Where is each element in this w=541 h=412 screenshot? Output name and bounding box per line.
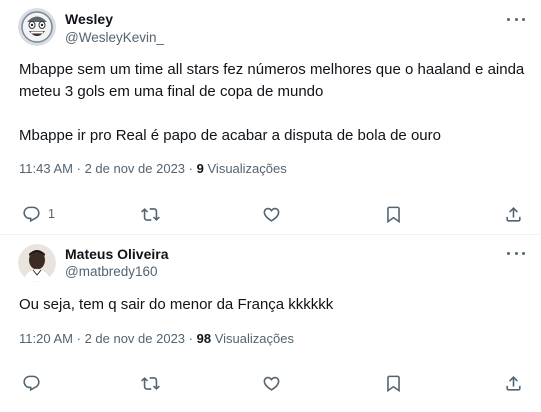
bookmark-icon [387, 206, 400, 223]
more-options-icon[interactable] [507, 14, 525, 24]
action-bar: 1 [0, 202, 541, 226]
bookmark-icon [387, 375, 400, 392]
more-options-icon[interactable] [507, 248, 525, 258]
reply-icon [23, 375, 40, 391]
like-button[interactable] [262, 202, 281, 226]
views-count: 9 [196, 161, 204, 176]
reply-count: 1 [48, 207, 55, 221]
tweet-text: Mbappe sem um time all stars fez números… [19, 61, 525, 144]
tweet-time[interactable]: 11:43 AM [19, 161, 73, 176]
tweet[interactable]: Wesley @WesleyKevin_ Mbappe sem um time … [0, 0, 541, 235]
reply-button[interactable] [22, 371, 41, 395]
tweet-date[interactable]: 2 de nov de 2023 [85, 161, 185, 176]
tweet-text: Ou seja, tem q sair do menor da França k… [19, 296, 334, 313]
author-handle[interactable]: @matbredy160 [65, 264, 158, 279]
share-icon [506, 375, 521, 391]
tweet-date[interactable]: 2 de nov de 2023 [85, 331, 185, 346]
bookmark-button[interactable] [384, 202, 403, 226]
tweet-meta: 11:43 AM · 2 de nov de 2023 · 9 Visualiz… [19, 161, 287, 176]
like-icon [263, 207, 280, 222]
meta-separator: · [188, 161, 194, 176]
tweet-time[interactable]: 11:20 AM [19, 331, 73, 346]
share-button[interactable] [504, 202, 523, 226]
meta-separator: · [76, 331, 81, 346]
meta-separator: · [76, 161, 81, 176]
views-count: 98 [196, 331, 212, 346]
avatar[interactable] [18, 8, 56, 46]
retweet-icon [141, 376, 160, 390]
retweet-button[interactable] [141, 202, 160, 226]
views-label: Visualizações [207, 161, 287, 176]
avatar[interactable] [18, 244, 56, 282]
meta-separator: · [188, 331, 194, 346]
author-name[interactable]: Wesley [65, 11, 113, 27]
reply-icon [23, 206, 40, 222]
like-button[interactable] [262, 371, 281, 395]
retweet-button[interactable] [141, 371, 160, 395]
author-handle[interactable]: @WesleyKevin_ [65, 30, 164, 45]
bookmark-button[interactable] [384, 371, 403, 395]
reply-button[interactable]: 1 [22, 202, 55, 226]
like-icon [263, 376, 280, 391]
retweet-icon [141, 207, 160, 221]
author-name[interactable]: Mateus Oliveira [65, 246, 169, 262]
tweet[interactable]: Mateus Oliveira @matbredy160 Ou seja, te… [0, 235, 541, 412]
views-label: Visualizações [214, 331, 294, 346]
share-button[interactable] [504, 371, 523, 395]
share-icon [506, 206, 521, 222]
tweet-meta: 11:20 AM · 2 de nov de 2023 · 98 Visuali… [19, 331, 294, 346]
action-bar [0, 371, 541, 395]
